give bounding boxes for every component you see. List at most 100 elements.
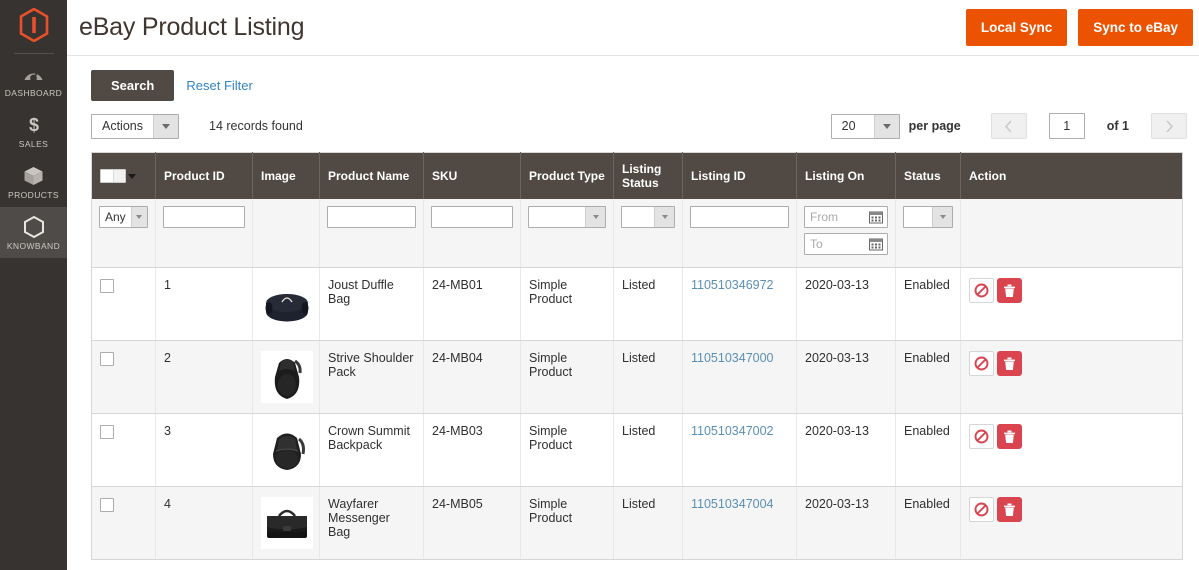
chevron-down-icon [585, 207, 605, 227]
filter-product-name-input[interactable] [327, 206, 416, 228]
listing-on-column[interactable]: Listing On [796, 152, 896, 199]
table-row[interactable]: 2 Strive Shoulder Pack 24-MB04 Simple Pr… [91, 340, 1183, 414]
row-checkbox[interactable] [100, 352, 114, 366]
row-product-type: Simple Product [520, 486, 614, 560]
row-action-cell [960, 267, 1183, 341]
trash-icon [1004, 357, 1015, 370]
per-page-label: per page [908, 119, 961, 133]
sidebar: DASHBOARD $ SALES PRODUCTS KNOWBAND [0, 0, 67, 570]
filter-sku-input[interactable] [431, 206, 513, 228]
row-listing-id-cell: 110510346972 [682, 267, 797, 341]
dashboard-gauge-icon [0, 62, 67, 86]
filter-listing-status-select[interactable] [621, 206, 675, 228]
prohibited-circle-icon [974, 356, 989, 371]
sidebar-item-products[interactable]: PRODUCTS [0, 156, 67, 207]
chevron-left-icon [1005, 119, 1012, 133]
row-listing-id-link[interactable]: 110510347004 [691, 497, 774, 511]
row-sku: 24-MB04 [423, 340, 521, 414]
row-product-type: Simple Product [520, 267, 614, 341]
filter-image-cell [252, 199, 320, 268]
table-row[interactable]: 4 Wayfarer Messenger Bag 24-MB05 Simple … [91, 486, 1183, 560]
row-listing-status: Listed [613, 486, 683, 560]
delete-listing-button[interactable] [997, 351, 1022, 376]
row-listing-id-link[interactable]: 110510347000 [691, 351, 774, 365]
filter-any-select[interactable]: Any [99, 206, 148, 228]
local-sync-button[interactable]: Local Sync [965, 9, 1068, 46]
row-listing-id-link[interactable]: 110510347002 [691, 424, 774, 438]
svg-text:$: $ [28, 115, 38, 135]
reset-filter-link[interactable]: Reset Filter [186, 78, 252, 93]
table-row[interactable]: 1 Joust Duffle Bag 24-MB01 Simple Produc… [91, 267, 1183, 341]
select-all-checkbox[interactable] [100, 169, 126, 183]
row-product-name: Wayfarer Messenger Bag [319, 486, 424, 560]
select-all-column [91, 152, 156, 199]
product-id-column[interactable]: Product ID [155, 152, 253, 199]
calendar-icon[interactable] [869, 210, 883, 229]
grid-toolbar: Actions 14 records found 20 per page 1 o… [91, 113, 1187, 139]
filter-product-type-select[interactable] [528, 206, 606, 228]
sidebar-item-knowband[interactable]: KNOWBAND [0, 207, 67, 258]
row-listing-id-link[interactable]: 110510346972 [691, 278, 774, 292]
filter-listing-status-value [622, 207, 654, 227]
filter-listing-status-cell [613, 199, 683, 268]
filter-product-id-input[interactable] [163, 206, 245, 228]
calendar-icon[interactable] [869, 237, 883, 256]
row-checkbox[interactable] [100, 498, 114, 512]
filter-listing-on-from[interactable]: From [804, 206, 888, 228]
next-page-button[interactable] [1151, 113, 1187, 139]
row-action-cell [960, 340, 1183, 414]
disable-listing-button[interactable] [969, 278, 994, 303]
row-checkbox[interactable] [100, 279, 114, 293]
sku-column[interactable]: SKU [423, 152, 521, 199]
actions-dropdown[interactable]: Actions [91, 113, 179, 139]
product-type-column[interactable]: Product Type [520, 152, 614, 199]
action-column[interactable]: Action [960, 152, 1183, 199]
previous-page-button[interactable] [990, 113, 1027, 139]
shoulder-pack-image [261, 351, 313, 403]
filter-listing-on-to[interactable]: To [804, 233, 888, 255]
delete-listing-button[interactable] [997, 424, 1022, 449]
sync-to-ebay-button[interactable]: Sync to eBay [1078, 9, 1193, 46]
chevron-right-icon [1165, 119, 1173, 133]
page-root: DASHBOARD $ SALES PRODUCTS KNOWBAND eBay… [0, 0, 1199, 570]
row-status: Enabled [895, 267, 961, 341]
main-area: eBay Product Listing Local Sync Sync to … [67, 0, 1199, 570]
disable-listing-button[interactable] [969, 497, 994, 522]
row-action-cell [960, 486, 1183, 560]
table-row[interactable]: 3 Crown Summit Backpack 24-MB03 Simple P… [91, 413, 1183, 487]
row-status: Enabled [895, 486, 961, 560]
current-page-input[interactable] [1048, 113, 1085, 139]
filter-product-type-value [529, 207, 585, 227]
row-listing-on: 2020-03-13 [796, 267, 896, 341]
row-listing-status: Listed [613, 340, 683, 414]
filter-status-select[interactable] [903, 206, 953, 228]
row-sku: 24-MB01 [423, 267, 521, 341]
status-column[interactable]: Status [895, 152, 961, 199]
listing-id-column[interactable]: Listing ID [682, 152, 797, 199]
delete-listing-button[interactable] [997, 497, 1022, 522]
row-image-cell [252, 267, 320, 341]
content-area: Search Reset Filter Actions 14 records f… [67, 56, 1199, 560]
product-name-column[interactable]: Product Name [319, 152, 424, 199]
chevron-down-icon[interactable] [128, 173, 136, 179]
per-page-dropdown[interactable]: 20 [830, 113, 900, 139]
search-button[interactable]: Search [91, 69, 175, 101]
row-product-type: Simple Product [520, 413, 614, 487]
row-image-cell [252, 340, 320, 414]
row-product-id: 3 [155, 413, 253, 487]
row-product-name: Strive Shoulder Pack [319, 340, 424, 414]
delete-listing-button[interactable] [997, 278, 1022, 303]
sidebar-item-dashboard[interactable]: DASHBOARD [0, 54, 67, 105]
row-listing-on: 2020-03-13 [796, 486, 896, 560]
row-checkbox[interactable] [100, 425, 114, 439]
magento-logo[interactable] [0, 0, 67, 50]
sidebar-item-sales[interactable]: $ SALES [0, 105, 67, 156]
chevron-down-icon [932, 207, 952, 227]
filter-any-cell: Any [91, 199, 156, 268]
listing-status-column[interactable]: Listing Status [613, 152, 683, 199]
disable-listing-button[interactable] [969, 424, 994, 449]
disable-listing-button[interactable] [969, 351, 994, 376]
row-listing-id-cell: 110510347002 [682, 413, 797, 487]
image-column[interactable]: Image [252, 152, 320, 199]
filter-listing-id-input[interactable] [690, 206, 789, 228]
